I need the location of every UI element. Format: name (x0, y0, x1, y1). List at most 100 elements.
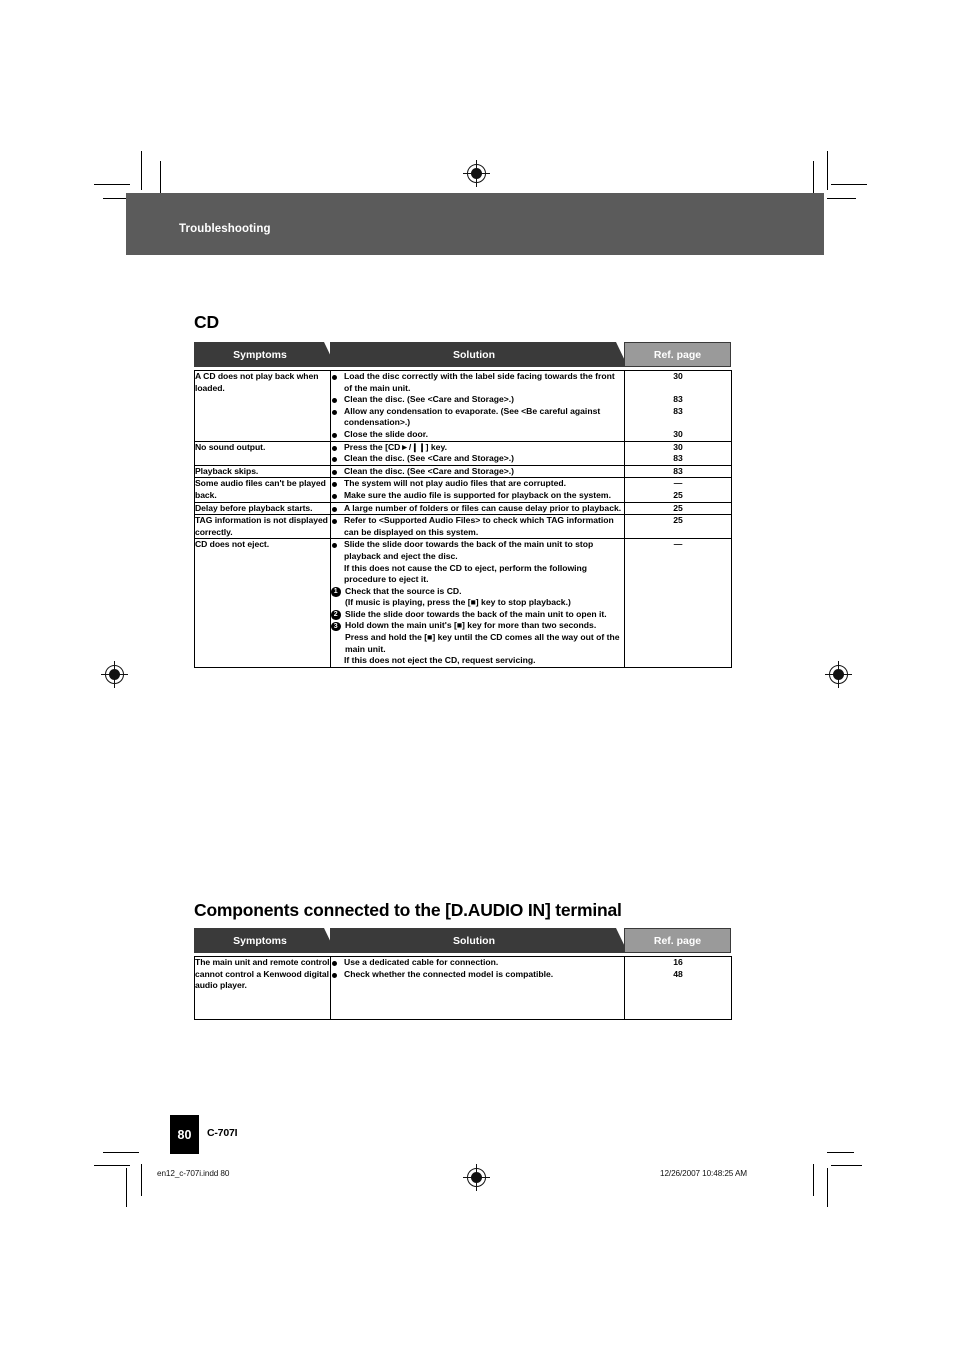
crop-mark-top-left-vertical-outer (141, 151, 143, 190)
ref-page-value: 83 (673, 453, 683, 464)
registration-mark-top (463, 160, 490, 187)
procedure-step-continuation: Press and hold the [■] key until the CD … (331, 632, 624, 655)
symptom-cell: Playback skips. (194, 464, 331, 479)
step-text: (If music is playing, press the [■] key … (345, 597, 571, 608)
step-text: Check that the source is CD. (345, 585, 462, 596)
ref-page-value: 25 (673, 489, 683, 500)
column-header-ref-page: Ref. page (624, 928, 731, 953)
ref-page-cell: — 25 (624, 477, 732, 503)
ref-page-value: 30 (673, 428, 683, 439)
table-row: No sound output. Press the [CD►/❙❙] key.… (194, 440, 732, 466)
symptom-cell: CD does not eject. (194, 538, 331, 668)
table-header-cd: Symptoms Solution Ref. page (194, 342, 731, 367)
solution-closing-note: If this does not eject the CD, request s… (344, 655, 536, 666)
ref-page-cell: 16 48 (624, 956, 732, 1020)
symptom-cell: TAG information is not displayed correct… (194, 514, 331, 540)
crop-mark-bottom-right-vertical-outer (827, 1168, 829, 1207)
table-row: Delay before playback starts. A large nu… (194, 501, 732, 516)
ref-page-value: 16 (673, 957, 683, 967)
solution-item: Check whether the connected model is com… (331, 969, 624, 981)
column-header-symptoms: Symptoms (194, 342, 336, 367)
ref-page-cell: 25 (624, 501, 732, 516)
procedure-step: 3 Hold down the main unit's [■] key for … (331, 620, 624, 632)
ref-page-cell: 25 (624, 514, 732, 540)
step-number-circle-icon: 3 (331, 621, 341, 632)
solution-item: Refer to <Supported Audio Files> to chec… (331, 515, 624, 538)
table-header-daudio: Symptoms Solution Ref. page (194, 928, 731, 953)
running-head-label: Troubleshooting (179, 223, 271, 235)
footer-source-file: en12_c-707i.indd 80 (157, 1169, 230, 1178)
column-header-solution: Solution (330, 928, 628, 953)
column-header-symptoms: Symptoms (194, 928, 336, 953)
crop-mark-bottom-right-vertical-inner (813, 1164, 815, 1196)
solution-item: Slide the slide door towards the back of… (331, 539, 624, 562)
ref-page-value: 30 (673, 371, 683, 381)
solution-item: Use a dedicated cable for connection. (331, 957, 624, 969)
solution-item: Clean the disc. (See <Care and Storage>.… (331, 394, 624, 406)
solution-item: Clean the disc. (See <Care and Storage>.… (331, 466, 624, 478)
crop-mark-bottom-left-horizontal-outer (103, 1152, 139, 1154)
solution-cell: Refer to <Supported Audio Files> to chec… (330, 514, 625, 540)
solution-item: A large number of folders or files can c… (331, 503, 624, 515)
symptom-cell: Some audio files can't be played back. (194, 477, 331, 503)
ref-page-value: 25 (673, 515, 683, 526)
ref-page-value: — (673, 478, 683, 489)
solution-item: Clean the disc. (See <Care and Storage>.… (331, 453, 624, 465)
crop-mark-bottom-left-vertical-outer (126, 1168, 128, 1207)
ref-page-value: 83 (673, 465, 683, 476)
registration-mark-bottom (463, 1164, 490, 1191)
ref-page-spacer: . (625, 417, 731, 429)
ref-page-value: 83 (673, 405, 683, 416)
crop-mark-bottom-right-horizontal-outer (827, 1152, 854, 1154)
solution-item: Load the disc correctly with the label s… (331, 371, 624, 394)
step-text: Press and hold the [■] key until the CD … (345, 632, 620, 654)
registration-mark-left (101, 661, 128, 688)
crop-mark-bottom-right-horizontal-inner (831, 1165, 862, 1167)
solution-cell: Press the [CD►/❙❙] key. Clean the disc. … (330, 440, 625, 466)
step-number-circle-icon: 1 (331, 587, 341, 597)
ref-page-cell: 30 83 (624, 440, 732, 466)
solution-item: Allow any condensation to evaporate. (Se… (331, 406, 624, 429)
procedure-step: 2 Slide the slide door towards the back … (331, 609, 624, 621)
column-header-solution: Solution (330, 342, 628, 367)
troubleshooting-table-cd: A CD does not play back when loaded. Loa… (194, 370, 732, 668)
ref-page-cell: — (624, 538, 732, 668)
crop-mark-top-right-horizontal-outer (831, 184, 867, 186)
solution-item: Press the [CD►/❙❙] key. (331, 442, 624, 454)
troubleshooting-table-daudio: The main unit and remote control cannot … (194, 956, 732, 1020)
table-row: The main unit and remote control cannot … (194, 956, 732, 1020)
ref-page-value: 48 (673, 968, 683, 979)
symptom-cell: No sound output. (194, 440, 331, 466)
solution-item: The system will not play audio files tha… (331, 478, 624, 490)
page-number-badge: 80 (170, 1115, 199, 1154)
table-row: CD does not eject. Slide the slide door … (194, 538, 732, 668)
registration-mark-right (825, 661, 852, 688)
crop-mark-top-right-horizontal-inner (827, 198, 856, 200)
ref-page-cell: 83 (624, 464, 732, 479)
symptom-cell: A CD does not play back when loaded. (194, 370, 331, 442)
ref-page-value: 83 (673, 394, 683, 405)
ref-page-spacer: . (625, 383, 731, 395)
ref-page-value: — (673, 539, 683, 550)
solution-cell: Load the disc correctly with the label s… (330, 370, 625, 442)
crop-mark-top-left-vertical-inner (160, 161, 162, 193)
step-text: Slide the slide door towards the back of… (345, 608, 607, 619)
column-header-ref-page: Ref. page (624, 342, 731, 367)
ref-page-cell: 30 . 83 83 . 30 (624, 370, 732, 442)
crop-mark-top-left-horizontal-outer (94, 184, 130, 186)
solution-item: Close the slide door. (331, 429, 624, 441)
solution-item: Make sure the audio file is supported fo… (331, 490, 624, 502)
running-head-band: Troubleshooting (126, 193, 824, 255)
procedure-step: 1 Check that the source is CD. (331, 586, 624, 598)
table-row: TAG information is not displayed correct… (194, 514, 732, 540)
solution-cell: Clean the disc. (See <Care and Storage>.… (330, 464, 625, 479)
ref-page-value: 30 (673, 441, 683, 452)
crop-mark-top-right-vertical-outer (827, 151, 829, 190)
procedure-step-continuation: (If music is playing, press the [■] key … (331, 597, 624, 609)
model-name: C-707I (207, 1127, 238, 1139)
table-row: Some audio files can't be played back. T… (194, 477, 732, 503)
section-title-daudio: Components connected to the [D.AUDIO IN]… (194, 900, 622, 920)
solution-cell: The system will not play audio files tha… (330, 477, 625, 503)
solution-cell: Slide the slide door towards the back of… (330, 538, 625, 668)
crop-mark-top-right-vertical-inner (813, 161, 815, 193)
